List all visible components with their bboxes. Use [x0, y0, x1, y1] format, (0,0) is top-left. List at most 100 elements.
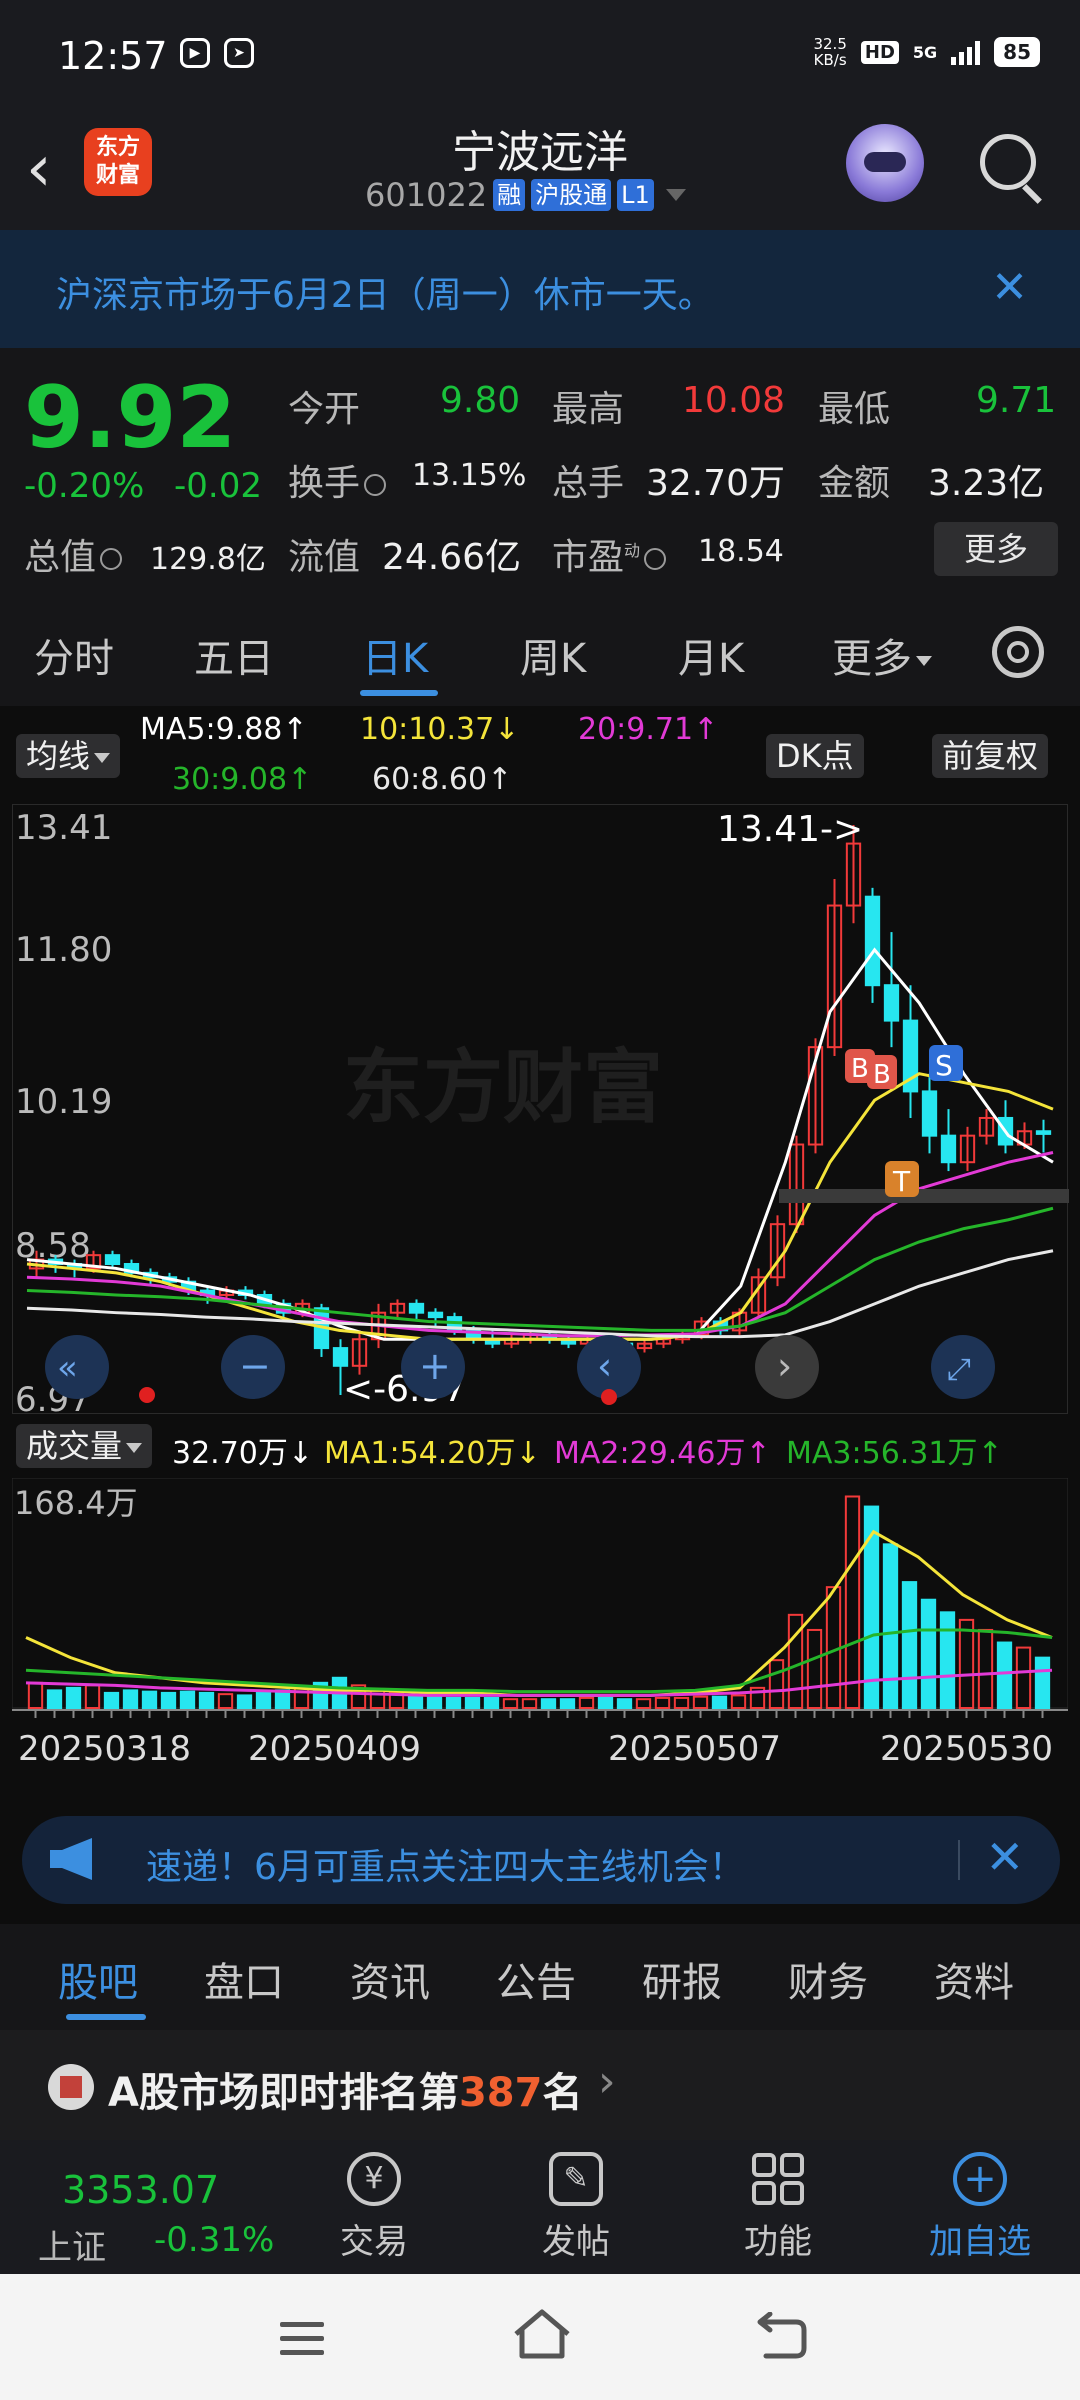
market-notice-banner: 沪深京市场于6月2日（周一）休市一天。 ✕	[0, 230, 1080, 348]
volume-bar	[46, 1689, 63, 1709]
volume-bar	[65, 1686, 82, 1709]
svg-text:«: «	[57, 1348, 78, 1388]
tab-news[interactable]: 资讯	[350, 1950, 430, 2008]
system-nav-bar	[0, 2274, 1080, 2400]
tab-five-day[interactable]: 五日	[194, 626, 274, 684]
volume-bar	[673, 1696, 690, 1709]
svg-text:B: B	[873, 1060, 891, 1090]
gear-icon[interactable]	[992, 626, 1044, 678]
candle-body	[1035, 1130, 1052, 1135]
more-button[interactable]: 更多	[934, 522, 1058, 576]
battery-icon: 85	[994, 37, 1040, 67]
volume-value: 32.70万	[646, 463, 786, 504]
svg-text:+: +	[419, 1344, 451, 1388]
low-label: 最低	[818, 389, 891, 430]
chevron-down-icon	[94, 753, 111, 763]
nav-functions[interactable]: 功能	[708, 2140, 848, 2274]
active-tab-indicator	[360, 690, 438, 696]
tab-daily-k[interactable]: 日K	[362, 626, 428, 684]
ma-selector[interactable]: 均线	[16, 734, 121, 778]
tab-intraday[interactable]: 分时	[34, 626, 114, 684]
volume-bar	[407, 1694, 424, 1709]
index-value[interactable]: 3353.07	[62, 2168, 219, 2212]
candle-body	[940, 1134, 957, 1164]
volume-bar	[160, 1691, 177, 1710]
date-label: 20250318	[18, 1729, 191, 1769]
nav-post[interactable]: ✎ 发帖	[506, 2140, 646, 2274]
volume-svg: 168.4万 20250318 20250409 20250507 202505…	[12, 1478, 1068, 1769]
tab-research[interactable]: 研报	[642, 1950, 722, 2008]
megaphone-icon	[50, 1838, 92, 1880]
close-icon[interactable]: ✕	[985, 1830, 1024, 1884]
volume-bar	[141, 1690, 158, 1709]
open-label: 今开	[288, 389, 361, 430]
active-tab-indicator	[66, 2014, 146, 2020]
low-value: 9.71	[976, 380, 1057, 421]
margin-tag: 融	[493, 179, 526, 211]
volume-bar	[255, 1691, 272, 1710]
telegram-icon: ➤	[224, 38, 254, 68]
volume-bar	[445, 1696, 462, 1709]
assistant-robot-icon[interactable]	[846, 124, 924, 202]
volume-chart[interactable]: 168.4万 20250318 20250409 20250507 202505…	[12, 1478, 1068, 1798]
chevron-right-icon: ›	[598, 2056, 616, 2107]
change-percent: -0.20%	[24, 466, 145, 506]
volume-bar	[939, 1611, 956, 1709]
tab-weekly-k[interactable]: 周K	[520, 626, 586, 684]
net-speed: 32.5 KB/s	[813, 35, 847, 69]
tab-monthly-k[interactable]: 月K	[678, 626, 744, 684]
volume-bar	[882, 1543, 899, 1709]
tab-orderbook[interactable]: 盘口	[204, 1950, 284, 2008]
kline-chart[interactable]: 东方财富 13.41 11.80 10.19 8.58 6.97 13.41->…	[12, 804, 1069, 1415]
y-label-3: 10.19	[15, 1082, 112, 1122]
index-name: 上证	[38, 2228, 106, 2268]
nav-add-watchlist[interactable]: + 加自选	[910, 2140, 1050, 2274]
indicator-dot	[601, 1389, 617, 1405]
svg-text:›: ›	[777, 1344, 792, 1388]
kline-svg: 东方财富 13.41 11.80 10.19 8.58 6.97 13.41->…	[15, 808, 1069, 1415]
bottom-nav: 3353.07 上证 -0.31% ¥ 交易 ✎ 发帖 功能 + 加自选	[0, 2140, 1080, 2274]
tab-announcements[interactable]: 公告	[496, 1950, 576, 2008]
grid-icon	[751, 2152, 805, 2206]
info-icon	[364, 474, 387, 496]
volume-indicator-selector[interactable]: 成交量	[16, 1424, 153, 1468]
vol-ma3: MA3:56.31万↑	[786, 1436, 1003, 1471]
ma5-value: MA5:9.88↑	[140, 712, 308, 747]
back-nav-icon[interactable]	[752, 2312, 808, 2360]
volume-label: 总手	[552, 463, 625, 504]
volume-bar	[692, 1695, 709, 1709]
ma20-value: 20:9.71↑	[578, 712, 719, 747]
adjust-button[interactable]: 前复权	[932, 734, 1049, 778]
ma60-value: 60:8.60↑	[372, 762, 513, 797]
divider	[958, 1840, 960, 1880]
tab-financials[interactable]: 财务	[788, 1950, 868, 2008]
amount-value: 3.23亿	[928, 463, 1045, 504]
tab-forum[interactable]: 股吧	[58, 1950, 138, 2008]
dk-point-button[interactable]: DK点	[766, 734, 864, 778]
level-tag: L1	[617, 179, 654, 211]
close-icon[interactable]: ✕	[991, 262, 1028, 313]
tab-profile[interactable]: 资料	[934, 1950, 1014, 2008]
volume-bar	[122, 1689, 139, 1709]
market-rank-row[interactable]: A股市场即时排名第387名 ›	[0, 2030, 1080, 2140]
mktcap-value: 129.8亿	[150, 542, 266, 577]
turnover-value: 13.15%	[412, 458, 527, 493]
svg-text:⤢: ⤢	[947, 1352, 971, 1387]
home-icon[interactable]	[512, 2308, 572, 2360]
chevron-down-icon	[126, 1443, 143, 1453]
ma30-value: 30:9.08↑	[172, 762, 313, 797]
date-label: 20250530	[880, 1729, 1053, 1769]
candle-body	[921, 1090, 938, 1137]
hd-icon: HD	[860, 40, 899, 64]
search-icon[interactable]	[980, 134, 1036, 190]
volume-bar	[464, 1696, 481, 1709]
menu-icon[interactable]	[280, 2322, 324, 2364]
chevron-down-icon	[665, 189, 686, 201]
volume-bar	[616, 1698, 633, 1710]
news-ticker[interactable]: 速递！6月可重点关注四大主线机会！ ✕	[22, 1816, 1060, 1904]
volume-bar	[597, 1696, 614, 1709]
tab-more[interactable]: 更多	[832, 626, 932, 684]
nav-trade[interactable]: ¥ 交易	[304, 2140, 444, 2274]
stock-code-row[interactable]: 601022 融 沪股通 L1	[365, 176, 686, 214]
ma30-line	[26, 1206, 1054, 1332]
